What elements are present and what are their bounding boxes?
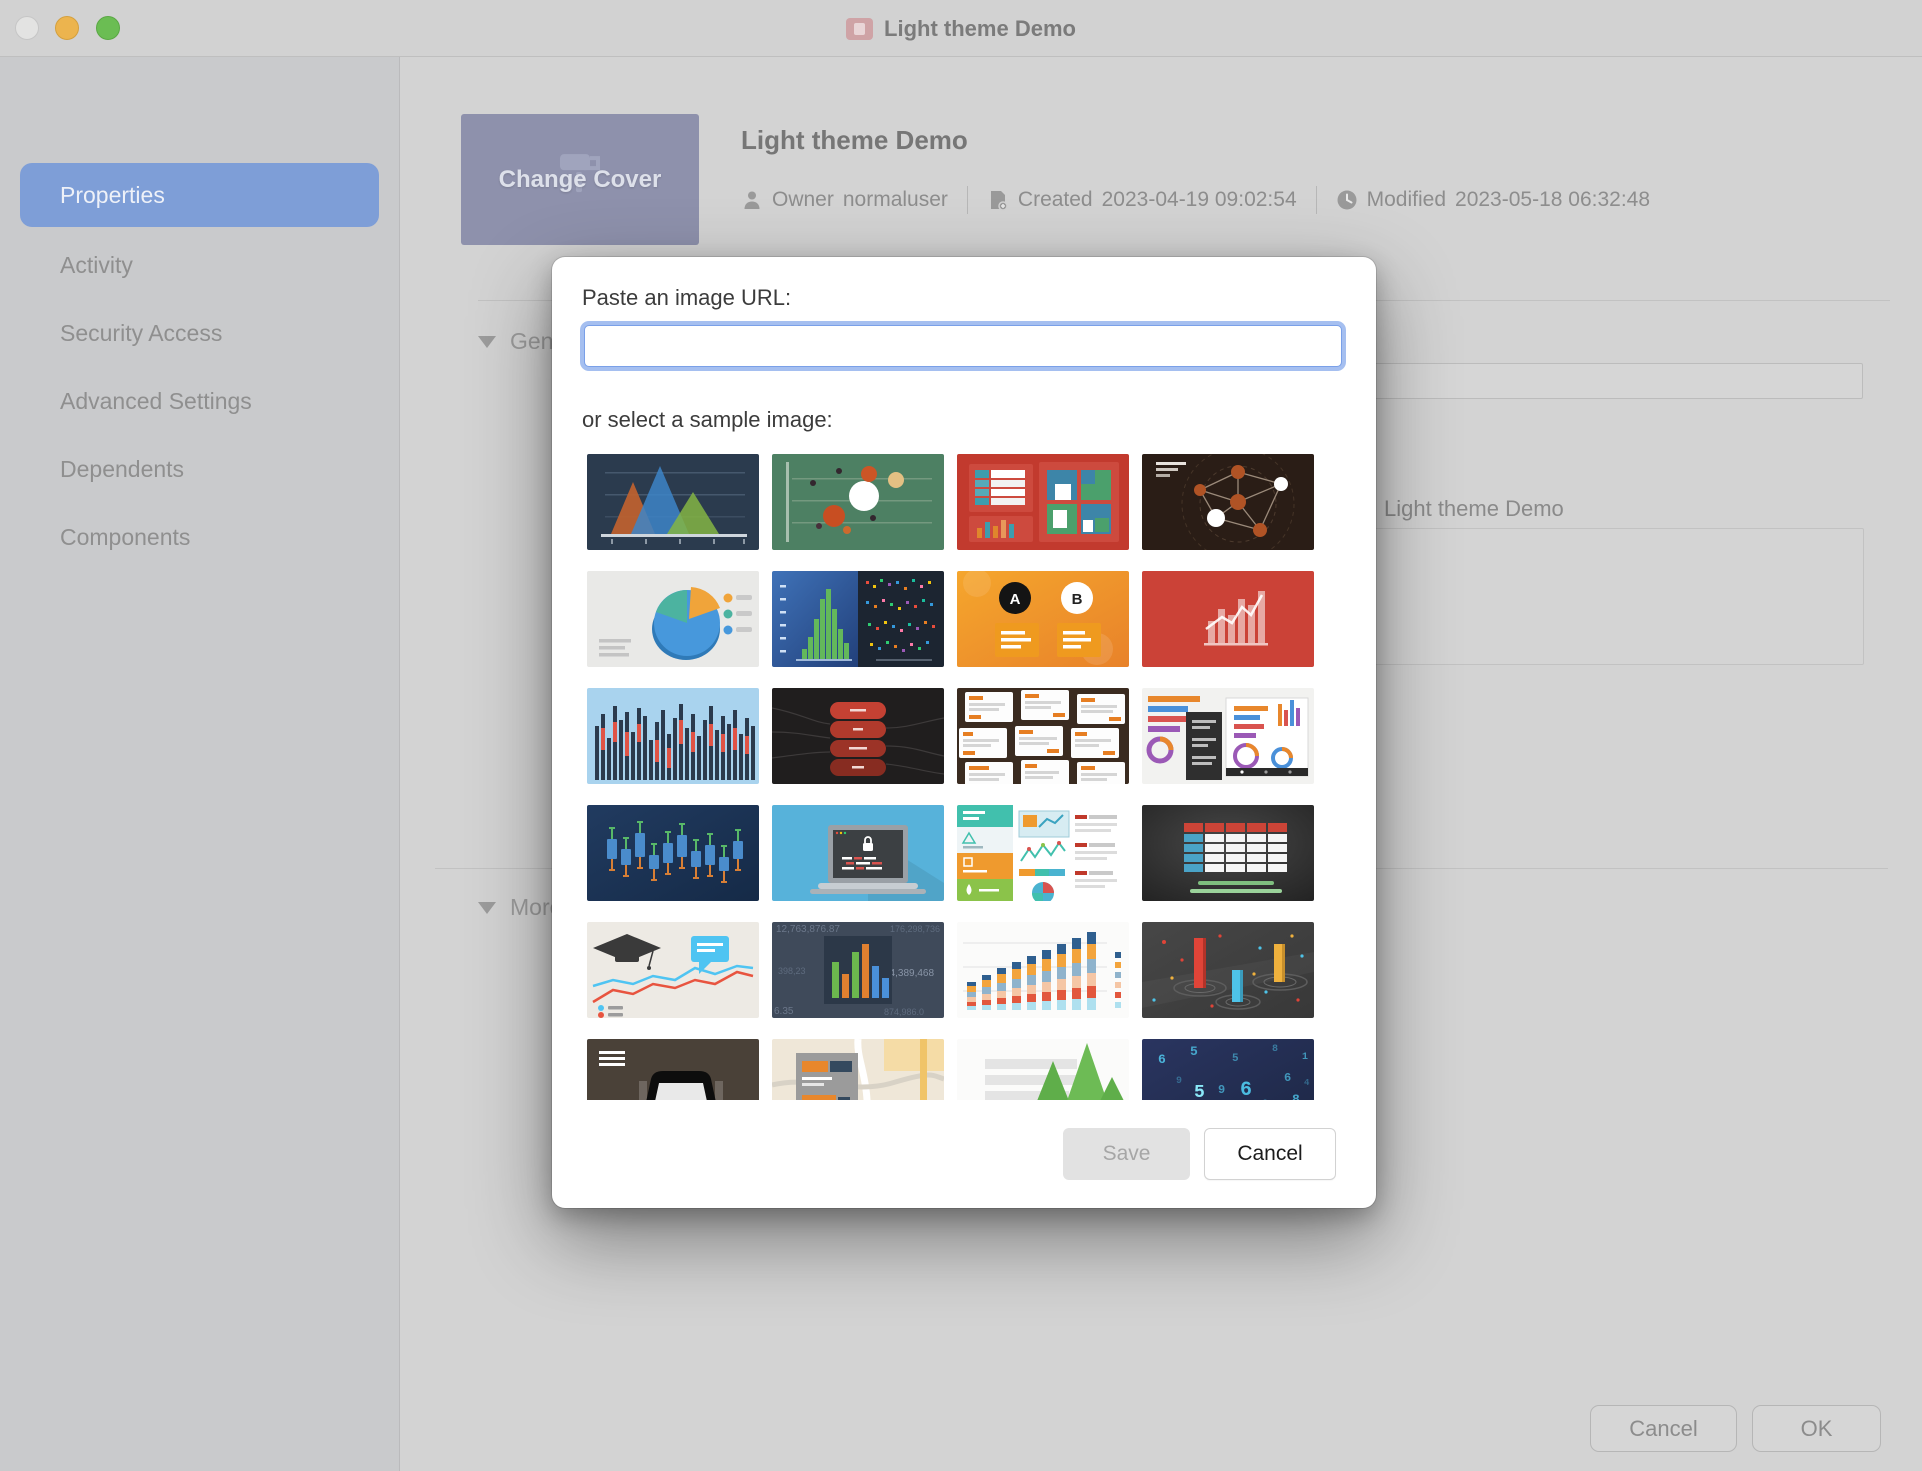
sample-image-database-stack-red[interactable]	[772, 688, 944, 784]
svg-text:398,23: 398,23	[778, 966, 806, 976]
svg-text:8: 8	[1272, 1044, 1278, 1055]
person-icon	[741, 189, 763, 211]
app-window: Light theme Demo Properties Activity Sec…	[0, 0, 1922, 1471]
svg-text:9: 9	[1176, 1076, 1182, 1087]
clock-icon	[1336, 189, 1358, 211]
disclosure-triangle-icon	[478, 902, 496, 914]
sample-image-network-graph-dark[interactable]	[1142, 454, 1314, 550]
sample-image-dashboard-red[interactable]	[957, 454, 1129, 550]
sample-label: or select a sample image:	[582, 407, 833, 433]
dialog-cancel-button[interactable]: Cancel	[1204, 1128, 1336, 1180]
sample-image-area-peaks-dark[interactable]	[587, 454, 759, 550]
disclosure-triangle-icon	[478, 336, 496, 348]
svg-text:9: 9	[1218, 1083, 1225, 1097]
sample-image-laptop-security-blue[interactable]	[772, 805, 944, 901]
svg-text:9: 9	[1262, 1099, 1269, 1100]
sample-image-grid: A B	[587, 454, 1314, 1100]
sample-image-candlestick-dense-blue[interactable]	[587, 688, 759, 784]
sample-image-car-dark[interactable]	[587, 1039, 759, 1100]
svg-text:6.35: 6.35	[774, 1006, 794, 1017]
sample-image-table-dark-red-header[interactable]	[1142, 805, 1314, 901]
save-button[interactable]: Save	[1063, 1128, 1190, 1180]
sidebar-item-components[interactable]: Components	[0, 503, 399, 571]
window-title: Light theme Demo	[884, 16, 1076, 42]
image-url-input[interactable]	[584, 325, 1342, 367]
svg-text:5: 5	[1194, 1083, 1205, 1100]
window-cancel-button[interactable]: Cancel	[1590, 1405, 1737, 1452]
sidebar-item-properties[interactable]: Properties	[20, 163, 379, 227]
sample-image-histogram-confetti[interactable]	[772, 571, 944, 667]
sample-image-ab-comparison-orange[interactable]: A B	[957, 571, 1129, 667]
sample-image-boxplot-navy[interactable]	[587, 805, 759, 901]
owner-group: Owner normaluser	[741, 188, 948, 212]
sample-image-bars-line-red[interactable]	[1142, 571, 1314, 667]
created-label: Created	[1018, 188, 1093, 212]
sidebar-item-security-access[interactable]: Security Access	[0, 299, 399, 367]
sample-image-map-with-panel[interactable]	[772, 1039, 944, 1100]
svg-text:B: B	[1072, 591, 1083, 608]
svg-text:A: A	[1010, 591, 1021, 608]
svg-text:5: 5	[1190, 1044, 1198, 1059]
svg-text:6: 6	[1158, 1052, 1166, 1067]
svg-text:4: 4	[1304, 1078, 1310, 1088]
title-bar: Light theme Demo	[0, 0, 1922, 57]
modified-value: 2023-05-18 06:32:48	[1455, 188, 1650, 212]
sample-image-report-dashboard-light[interactable]	[1142, 688, 1314, 784]
document-plus-icon	[987, 189, 1009, 211]
metadata-row: Owner normaluser Created 2023-04-19 09:0…	[741, 186, 1650, 214]
change-cover-label: Change Cover	[499, 166, 662, 194]
sidebar: Properties Activity Security Access Adva…	[0, 57, 400, 1471]
sample-image-stacked-bars-rising[interactable]	[957, 922, 1129, 1018]
sidebar-item-advanced-settings[interactable]: Advanced Settings	[0, 367, 399, 435]
section-more[interactable]: More	[478, 894, 562, 921]
document-badge-icon	[846, 18, 873, 40]
page-title: Light theme Demo	[741, 125, 968, 156]
sample-image-kanban-cards-dark[interactable]	[957, 688, 1129, 784]
svg-text:6: 6	[1284, 1071, 1291, 1085]
svg-text:12,763,876.87: 12,763,876.87	[776, 924, 840, 935]
change-cover-dialog: Paste an image URL: or select a sample i…	[552, 257, 1376, 1208]
change-cover-button[interactable]: Change Cover	[461, 114, 699, 245]
svg-text:176,298,736: 176,298,736	[890, 924, 940, 934]
meta-divider	[967, 186, 968, 214]
name-field-value: Light theme Demo	[1384, 496, 1564, 522]
sample-image-numbers-bars-dark[interactable]: 12,763,876.87 176,298,736 398,23 34,389,…	[772, 922, 944, 1018]
modified-label: Modified	[1367, 188, 1446, 212]
sample-image-columns-3d-dark[interactable]	[1142, 922, 1314, 1018]
sidebar-item-activity[interactable]: Activity	[0, 231, 399, 299]
modified-group: Modified 2023-05-18 06:32:48	[1336, 188, 1650, 212]
url-label: Paste an image URL:	[582, 285, 791, 311]
svg-text:874,986.0: 874,986.0	[884, 1007, 924, 1017]
owner-label: Owner	[772, 188, 834, 212]
owner-value: normaluser	[843, 188, 948, 212]
window-ok-button[interactable]: OK	[1752, 1405, 1881, 1452]
created-group: Created 2023-04-19 09:02:54	[987, 188, 1297, 212]
meta-divider	[1316, 186, 1317, 214]
svg-text:8: 8	[1292, 1092, 1300, 1100]
svg-text:5: 5	[1232, 1053, 1239, 1065]
sample-image-trees-bars-light[interactable]	[957, 1039, 1129, 1100]
sidebar-item-dependents[interactable]: Dependents	[0, 435, 399, 503]
sample-image-infographic-panels[interactable]	[957, 805, 1129, 901]
sample-image-pie-3d-light[interactable]	[587, 571, 759, 667]
created-value: 2023-04-19 09:02:54	[1102, 188, 1297, 212]
sample-image-bubble-scatter-green[interactable]	[772, 454, 944, 550]
sample-image-education-line-chart[interactable]	[587, 922, 759, 1018]
svg-text:6: 6	[1240, 1079, 1252, 1100]
svg-text:1: 1	[1302, 1052, 1308, 1063]
sample-image-digits-rain-navy[interactable]: 6 5 5 8 1 9 5 9 6 6 4 9 8 9 2	[1142, 1039, 1314, 1100]
